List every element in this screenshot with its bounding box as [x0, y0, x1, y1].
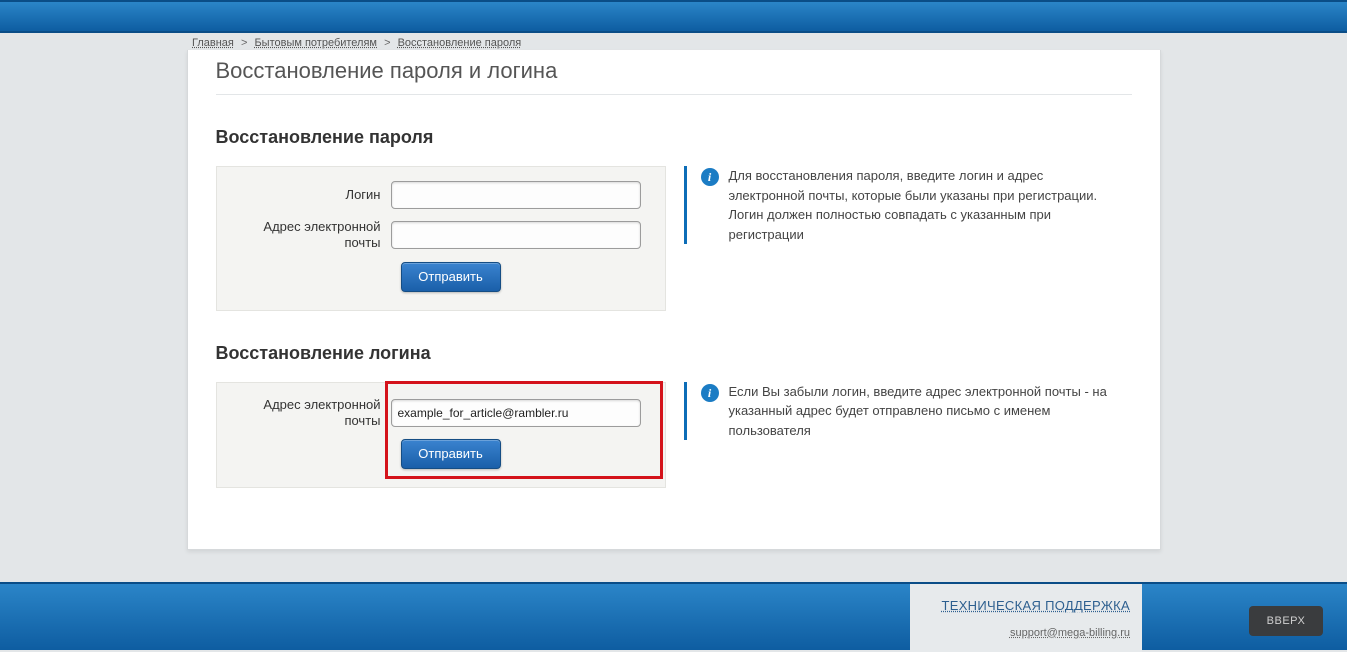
email-label-login: Адрес электронной почты	[231, 397, 391, 430]
support-title[interactable]: ТЕХНИЧЕСКАЯ ПОДДЕРЖКА	[941, 598, 1130, 613]
breadcrumb-consumers[interactable]: Бытовым потребителям	[254, 37, 377, 49]
info-text-password: Для восстановления пароля, введите логин…	[729, 166, 1114, 244]
top-nav-bar	[0, 0, 1347, 33]
support-email[interactable]: support@mega-billing.ru	[922, 627, 1130, 639]
page-title: Восстановление пароля и логина	[216, 58, 1132, 95]
login-label: Логин	[231, 187, 391, 203]
breadcrumb-sep: >	[384, 37, 390, 49]
breadcrumb-recovery[interactable]: Восстановление пароля	[398, 37, 522, 49]
info-block-password: i Для восстановления пароля, введите лог…	[684, 166, 1114, 244]
password-form: Логин Адрес электронной почты Отправить	[216, 166, 666, 311]
info-icon: i	[701, 384, 719, 402]
info-text-login: Если Вы забыли логин, введите адрес элек…	[729, 382, 1114, 441]
submit-password-button[interactable]: Отправить	[401, 262, 501, 292]
login-form: Адрес электронной почты Отправить	[216, 382, 666, 489]
submit-login-button[interactable]: Отправить	[401, 439, 501, 469]
breadcrumb-home[interactable]: Главная	[192, 37, 234, 49]
support-panel: ТЕХНИЧЕСКАЯ ПОДДЕРЖКА support@mega-billi…	[910, 584, 1142, 652]
section-password: Логин Адрес электронной почты Отправить …	[216, 166, 1132, 311]
info-icon: i	[701, 168, 719, 186]
breadcrumb-sep: >	[241, 37, 247, 49]
section-login-title: Восстановление логина	[216, 343, 1132, 364]
email-input-login[interactable]	[391, 399, 641, 427]
scroll-top-button[interactable]: ВВЕРХ	[1249, 606, 1323, 636]
login-input[interactable]	[391, 181, 641, 209]
email-label: Адрес электронной почты	[231, 219, 391, 252]
info-block-login: i Если Вы забыли логин, введите адрес эл…	[684, 382, 1114, 441]
email-input-password[interactable]	[391, 221, 641, 249]
content-card: Восстановление пароля и логина Восстанов…	[187, 50, 1161, 550]
footer: ТЕХНИЧЕСКАЯ ПОДДЕРЖКА support@mega-billi…	[0, 582, 1347, 650]
section-login: Адрес электронной почты Отправить i Если…	[216, 382, 1132, 489]
section-password-title: Восстановление пароля	[216, 127, 1132, 148]
